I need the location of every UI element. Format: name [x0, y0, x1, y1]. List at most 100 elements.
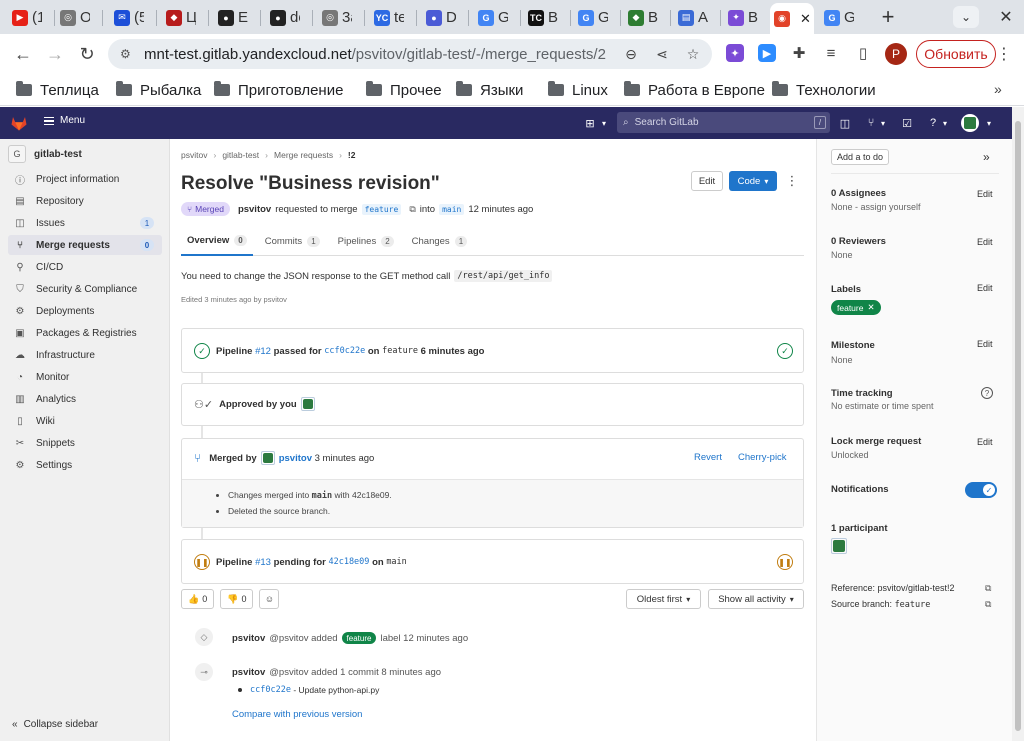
- browser-tab[interactable]: ● D: [422, 5, 456, 30]
- note-author[interactable]: psvitov: [232, 633, 265, 644]
- merger-avatar[interactable]: [260, 451, 275, 465]
- branch-name[interactable]: main: [386, 557, 406, 567]
- chevron-down-icon[interactable]: ▾: [597, 116, 611, 130]
- tab-changes[interactable]: Changes 1: [406, 227, 473, 256]
- extensions-puzzle-icon[interactable]: ✚: [790, 44, 808, 62]
- close-tab-icon[interactable]: ✕: [800, 11, 811, 27]
- revert-button[interactable]: Revert: [694, 452, 722, 463]
- page-scrollbar[interactable]: [1012, 107, 1024, 741]
- label-chip[interactable]: feature: [341, 632, 377, 644]
- sidebar-item-deployments[interactable]: ⚙ Deployments: [8, 301, 162, 321]
- status-pending-icon[interactable]: ❚❚: [194, 554, 210, 570]
- media-list-icon[interactable]: ≡: [822, 44, 840, 62]
- copy-icon[interactable]: ⧉: [409, 204, 415, 215]
- browser-tab[interactable]: ◉ ✕: [770, 3, 814, 34]
- lock-edit-button[interactable]: Edit: [977, 437, 993, 447]
- add-reaction-button[interactable]: ☺: [259, 589, 280, 609]
- notifications-toggle[interactable]: ✓: [965, 482, 997, 498]
- labels-edit-button[interactable]: Edit: [977, 283, 993, 293]
- browser-tab[interactable]: ▶ (1: [8, 5, 42, 30]
- address-bar[interactable]: ⚙ mnt-test.gitlab.yandexcloud.net/psvito…: [108, 39, 712, 69]
- author-link[interactable]: psvitov: [238, 204, 271, 215]
- zoom-icon[interactable]: ⊖: [622, 45, 640, 63]
- browser-tab[interactable]: ✉ (5: [110, 5, 144, 30]
- sidebar-item-security-compliance[interactable]: ⛉ Security & Compliance: [8, 279, 162, 299]
- stage-pending-icon[interactable]: ❚❚: [777, 554, 793, 570]
- extension-zoom-icon[interactable]: ▶: [758, 44, 776, 62]
- collapse-sidebar-button[interactable]: « Collapse sidebar: [12, 719, 98, 730]
- sidebar-item-repository[interactable]: ▤ Repository: [8, 191, 162, 211]
- share-icon[interactable]: ⋖: [653, 45, 671, 63]
- sidebar-item-wiki[interactable]: ▯ Wiki: [8, 411, 162, 431]
- browser-tab[interactable]: ◆ B: [624, 5, 658, 30]
- code-button[interactable]: Code ▾: [729, 171, 777, 191]
- search-input[interactable]: ⌕ Search GitLab /: [617, 112, 830, 133]
- bookmark-folder[interactable]: Работа в Европе: [624, 79, 765, 101]
- sidebar-item-packages-registries[interactable]: ▣ Packages & Registries: [8, 323, 162, 343]
- project-header[interactable]: G gitlab-test: [8, 143, 82, 165]
- browser-tab[interactable]: ◎3a: [318, 5, 352, 30]
- new-tab-button[interactable]: +: [874, 4, 902, 30]
- participant-avatar[interactable]: [831, 538, 847, 554]
- todos-icon[interactable]: ☑: [900, 116, 914, 130]
- assignees-value[interactable]: None - assign yourself: [831, 202, 921, 212]
- tab-pipelines[interactable]: Pipelines 2: [332, 227, 400, 256]
- cherry-pick-button[interactable]: Cherry-pick: [738, 452, 787, 463]
- sidebar-item-project-information[interactable]: ⓘ Project information: [8, 169, 162, 189]
- thumbs-up-button[interactable]: 👍 0: [181, 589, 215, 609]
- sidebar-item-snippets[interactable]: ✂ Snippets: [8, 433, 162, 453]
- reviewers-edit-button[interactable]: Edit: [977, 237, 993, 247]
- label-chip[interactable]: feature ✕: [831, 300, 881, 315]
- pipeline-id-link[interactable]: #12: [255, 346, 271, 357]
- browser-tab[interactable]: ▤ A: [674, 5, 708, 30]
- profile-avatar[interactable]: P: [885, 43, 907, 65]
- add-todo-button[interactable]: Add a to do: [831, 149, 890, 165]
- copy-branch-icon[interactable]: ⧉: [985, 599, 991, 610]
- user-avatar[interactable]: [961, 114, 979, 132]
- stage-passed-icon[interactable]: ✓: [777, 343, 793, 359]
- merger-link[interactable]: psvitov: [279, 453, 312, 464]
- sidebar-item-infrastructure[interactable]: ☁ Infrastructure: [8, 345, 162, 365]
- gitlab-logo-icon[interactable]: [10, 114, 28, 132]
- extension-colorful-icon[interactable]: ✦: [726, 44, 744, 62]
- source-branch-chip[interactable]: feature: [361, 203, 402, 215]
- pipeline-id-link[interactable]: #13: [255, 557, 271, 568]
- sidebar-item-analytics[interactable]: ▥ Analytics: [8, 389, 162, 409]
- assignees-edit-button[interactable]: Edit: [977, 189, 993, 199]
- browser-tab[interactable]: GG: [820, 5, 854, 30]
- sort-dropdown[interactable]: Oldest first ▾: [626, 589, 701, 609]
- browser-tab[interactable]: ◎ O: [56, 5, 90, 30]
- menu-button[interactable]: Menu: [44, 115, 85, 126]
- copy-reference-icon[interactable]: ⧉: [985, 583, 991, 594]
- sidebar-item-merge-requests[interactable]: ⑂ Merge requests 0: [8, 235, 162, 255]
- bookmark-folder[interactable]: Языки: [456, 79, 523, 101]
- browser-tab[interactable]: ✦ B: [724, 5, 758, 30]
- forward-icon[interactable]: →: [44, 43, 66, 65]
- sidebar-item-issues[interactable]: ◫ Issues 1: [8, 213, 162, 233]
- breadcrumb-item[interactable]: Merge requests: [274, 150, 333, 160]
- sidebar-item-monitor[interactable]: ◔ Monitor: [8, 367, 162, 387]
- note-author[interactable]: psvitov: [232, 667, 265, 678]
- bookmark-folder[interactable]: Теплица: [16, 79, 99, 101]
- help-icon[interactable]: ?: [981, 387, 993, 399]
- update-button[interactable]: Обновить: [916, 40, 996, 68]
- browser-tab[interactable]: ● E: [214, 5, 248, 30]
- issues-shortcut-icon[interactable]: ◫: [838, 116, 852, 130]
- browser-tab[interactable]: ●de: [266, 5, 300, 30]
- reload-icon[interactable]: ↻: [76, 43, 98, 65]
- url-text[interactable]: mnt-test.gitlab.yandexcloud.net/psvitov/…: [144, 46, 606, 63]
- window-close-icon[interactable]: ✕: [996, 6, 1016, 28]
- browser-tab[interactable]: GG: [474, 5, 508, 30]
- chevron-down-icon[interactable]: ▾: [982, 116, 996, 130]
- bookmark-folder[interactable]: Linux: [548, 79, 608, 101]
- bookmark-folder[interactable]: Прочее: [366, 79, 442, 101]
- commit-sha-link[interactable]: 42c18e09: [328, 557, 369, 567]
- browser-tab[interactable]: TC B: [524, 5, 558, 30]
- activity-filter-dropdown[interactable]: Show all activity ▾: [708, 589, 804, 609]
- commit-sha-link[interactable]: ccf0c22e: [250, 685, 291, 695]
- back-icon[interactable]: ←: [12, 43, 34, 65]
- browser-tab[interactable]: GG: [574, 5, 608, 30]
- tab-search-icon[interactable]: ⌄: [953, 6, 979, 28]
- bookmark-folder[interactable]: Приготовление: [214, 79, 343, 101]
- chevron-down-icon[interactable]: ▾: [876, 116, 890, 130]
